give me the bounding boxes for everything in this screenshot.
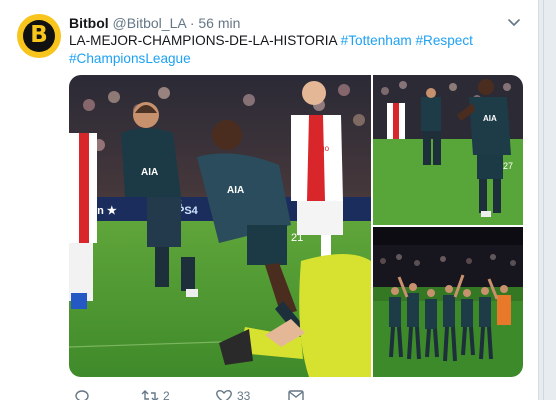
like-count: 33 xyxy=(237,389,251,400)
jersey-sponsor-2: AIA xyxy=(227,185,244,196)
separator-dot: · xyxy=(189,15,195,31)
tweet-card[interactable]: B Bitbol @Bitbol_LA · 56 min LA-MEJOR-CH… xyxy=(0,0,539,400)
message-icon xyxy=(288,390,304,400)
photo-celebration-top[interactable]: AIA 27 xyxy=(373,75,523,225)
hashtag-tottenham[interactable]: #Tottenham xyxy=(341,33,412,48)
timestamp[interactable]: 56 min xyxy=(198,15,240,31)
reply-icon xyxy=(75,390,89,400)
photo-main-drawing: en ★ PS4 AIA 15 xyxy=(69,75,371,377)
tweet-text: LA-MEJOR-CHAMPIONS-DE-LA-HISTORIA #Totte… xyxy=(69,32,524,68)
hashtag-championsleague[interactable]: #ChampionsLeague xyxy=(69,50,524,68)
retweet-icon xyxy=(141,390,159,400)
photo-top-drawing: AIA 27 xyxy=(373,75,523,225)
player-number-3: 27 xyxy=(503,161,513,171)
photo-celebration-main[interactable]: en ★ PS4 AIA 15 xyxy=(69,75,371,377)
chevron-down-icon[interactable] xyxy=(506,14,522,30)
tweet-text-main: LA-MEJOR-CHAMPIONS-DE-LA-HISTORIA xyxy=(69,33,337,48)
avatar-letter: B xyxy=(30,22,48,48)
tweet-header: Bitbol @Bitbol_LA · 56 min xyxy=(69,14,240,32)
photo-team-celebration[interactable] xyxy=(373,227,523,377)
hashtag-respect[interactable]: #Respect xyxy=(416,33,473,48)
display-name[interactable]: Bitbol xyxy=(69,15,109,31)
opponent-sponsor: Ziggo xyxy=(309,144,330,153)
jersey-sponsor-3: AIA xyxy=(483,114,497,123)
retweet-count: 2 xyxy=(163,389,170,400)
user-handle[interactable]: @Bitbol_LA xyxy=(113,15,186,31)
jersey-sponsor-1: AIA xyxy=(141,167,158,178)
photo-team-drawing xyxy=(373,227,523,377)
avatar[interactable]: B xyxy=(17,14,61,58)
tweet-actions: 2 33 xyxy=(69,386,369,400)
like-icon xyxy=(216,389,232,400)
page-gutter xyxy=(539,0,556,400)
media-grid: en ★ PS4 AIA 15 xyxy=(69,75,523,377)
